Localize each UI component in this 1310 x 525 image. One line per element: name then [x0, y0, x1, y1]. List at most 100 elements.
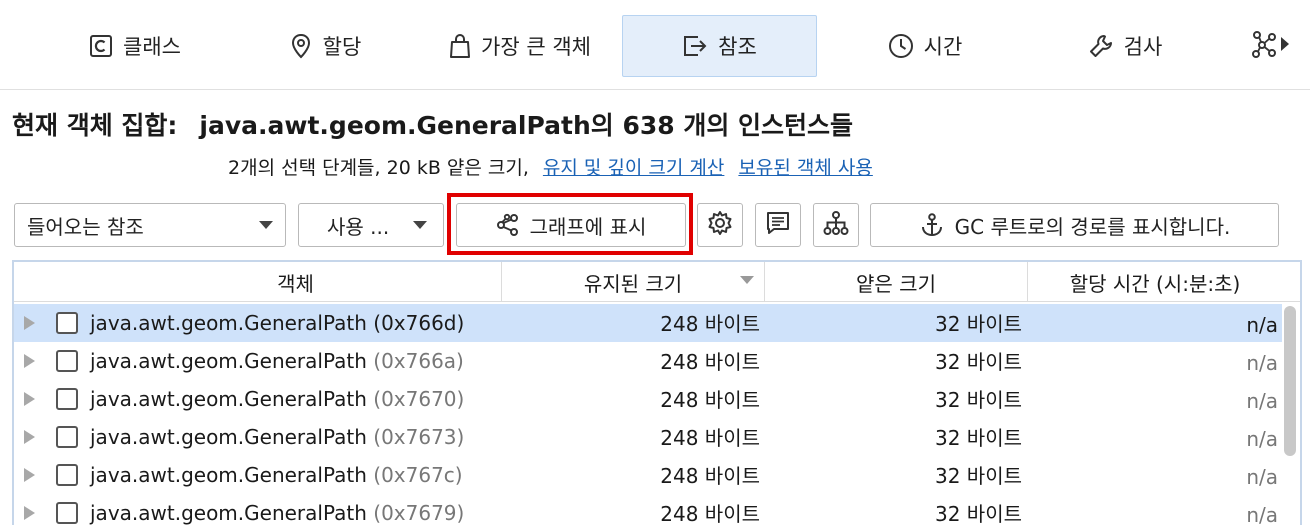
column-header-object[interactable]: 객체	[90, 262, 502, 302]
object-cell: java.awt.geom.GeneralPath (0x766d)	[90, 311, 464, 335]
object-cell: java.awt.geom.GeneralPath (0x767c)	[90, 463, 463, 487]
settings-button[interactable]	[697, 203, 743, 247]
selection-summary: 2개의 선택 단계들, 20 kB 얕은 크기, 유지 및 깊이 크기 계산 보유된…	[228, 153, 873, 180]
shallow-size-cell: 32 바이트	[934, 426, 1022, 450]
tab-label: 가장 큰 객체	[481, 35, 591, 59]
column-header-allocation-time[interactable]: 할당 시간 (시:분:초)	[1028, 262, 1282, 302]
chevron-down-icon	[413, 221, 427, 229]
object-cell: java.awt.geom.GeneralPath (0x7679)	[90, 501, 464, 525]
table-row[interactable]: java.awt.geom.GeneralPath (0x766d) 248 바이…	[14, 304, 1282, 342]
column-header-shallow-size[interactable]: 얕은 크기	[765, 262, 1028, 302]
allocation-time-cell: n/a	[1246, 351, 1278, 375]
show-path-to-gc-roots-label: GC 루트로의 경로를 표시합니다.	[954, 214, 1231, 239]
expand-triangle-icon[interactable]	[24, 392, 35, 406]
object-class-name: java.awt.geom.GeneralPath	[90, 311, 367, 335]
object-cell: java.awt.geom.GeneralPath (0x7673)	[90, 425, 464, 449]
current-object-set-title: 현재 객체 집합: java.awt.geom.GeneralPath의 638 …	[12, 106, 853, 142]
chevron-right-icon	[1280, 36, 1290, 56]
tab-biggest-objects[interactable]: 가장 큰 객체	[420, 15, 620, 77]
row-checkbox[interactable]	[56, 464, 78, 486]
hierarchy-button[interactable]	[813, 203, 859, 247]
column-header-retained-size[interactable]: 유지된 크기	[502, 262, 765, 302]
object-cell: java.awt.geom.GeneralPath (0x7670)	[90, 387, 464, 411]
comment-icon	[765, 210, 791, 241]
expand-triangle-icon[interactable]	[24, 468, 35, 482]
table-row[interactable]: java.awt.geom.GeneralPath (0x7673) 248 바이…	[14, 418, 1282, 456]
tab-label: 클래스	[123, 35, 181, 59]
table-row[interactable]: java.awt.geom.GeneralPath (0x766a) 248 바이…	[14, 342, 1282, 380]
table-header: 객체 유지된 크기 얕은 크기 할당 시간 (시:분:초)	[14, 262, 1300, 302]
object-class-name: java.awt.geom.GeneralPath	[90, 501, 367, 525]
retained-size-cell: 248 바이트	[660, 350, 760, 374]
shallow-size-cell: 32 바이트	[934, 502, 1022, 525]
row-checkbox[interactable]	[56, 388, 78, 410]
row-checkbox[interactable]	[56, 426, 78, 448]
use-dropdown-button[interactable]: 사용 ...	[298, 203, 444, 247]
allocation-time-cell: n/a	[1246, 427, 1278, 451]
show-path-to-gc-roots-button[interactable]: GC 루트로의 경로를 표시합니다.	[870, 203, 1279, 247]
retained-size-cell: 248 바이트	[660, 426, 760, 450]
shallow-size-cell: 32 바이트	[934, 312, 1022, 336]
calculate-retained-sizes-link[interactable]: 유지 및 깊이 크기 계산	[543, 157, 724, 179]
tab-allocations[interactable]: 할당	[230, 15, 420, 77]
graph-nodes-icon	[1252, 30, 1278, 62]
expand-triangle-icon[interactable]	[24, 506, 35, 520]
tab-inspections[interactable]: 검사	[1030, 15, 1220, 77]
expand-triangle-icon[interactable]	[24, 316, 35, 330]
table-row[interactable]: java.awt.geom.GeneralPath (0x7670) 248 바이…	[14, 380, 1282, 418]
object-address: (0x7679)	[373, 501, 465, 525]
vertical-scrollbar[interactable]	[1284, 306, 1296, 456]
use-retained-objects-link[interactable]: 보유된 객체 사용	[738, 157, 872, 179]
table-row[interactable]: java.awt.geom.GeneralPath (0x767c) 248 바이…	[14, 456, 1282, 494]
tab-label: 검사	[1123, 35, 1163, 59]
highlight-box	[447, 193, 693, 255]
view-tab-bar: 클래스 할당 가장 큰 객체 참조 시간 검사	[0, 0, 1310, 90]
expand-triangle-icon[interactable]	[24, 430, 35, 444]
chevron-down-icon	[259, 221, 273, 229]
anchor-icon	[919, 212, 945, 238]
location-pin-icon	[289, 33, 313, 59]
shopping-bag-icon	[449, 33, 471, 59]
expand-triangle-icon[interactable]	[24, 354, 35, 368]
tab-classes[interactable]: 클래스	[40, 15, 230, 77]
use-dropdown-label: 사용 ...	[327, 214, 390, 239]
object-class-name: java.awt.geom.GeneralPath	[90, 425, 367, 449]
retained-size-cell: 248 바이트	[660, 312, 760, 336]
object-class-name: java.awt.geom.GeneralPath	[90, 463, 367, 487]
title-label: 현재 객체 집합:	[12, 111, 178, 140]
shallow-size-cell: 32 바이트	[934, 388, 1022, 412]
row-checkbox[interactable]	[56, 502, 78, 524]
shallow-size-cell: 32 바이트	[934, 464, 1022, 488]
object-address: (0x766d)	[373, 311, 465, 335]
allocation-time-cell: n/a	[1246, 503, 1278, 525]
selection-summary-text: 2개의 선택 단계들, 20 kB 얕은 크기,	[228, 157, 529, 179]
object-address: (0x766a)	[373, 349, 464, 373]
gear-icon	[707, 210, 733, 241]
hierarchy-icon	[823, 210, 849, 241]
table-row[interactable]: java.awt.geom.GeneralPath (0x7679) 248 바이…	[14, 494, 1282, 525]
tab-label: 참조	[718, 35, 757, 59]
row-checkbox[interactable]	[56, 350, 78, 372]
object-cell: java.awt.geom.GeneralPath (0x766a)	[90, 349, 464, 373]
tab-label: 할당	[322, 35, 362, 59]
object-class-name: java.awt.geom.GeneralPath	[90, 387, 367, 411]
reference-type-select[interactable]: 들어오는 참조	[14, 203, 286, 247]
allocation-time-cell: n/a	[1246, 389, 1278, 413]
retained-size-cell: 248 바이트	[660, 388, 760, 412]
wrench-icon	[1088, 33, 1114, 59]
allocation-time-cell: n/a	[1246, 313, 1278, 337]
object-address: (0x7670)	[373, 387, 465, 411]
object-address: (0x767c)	[373, 463, 463, 487]
tab-time[interactable]: 시간	[830, 15, 1020, 77]
tab-overflow[interactable]	[1252, 30, 1290, 62]
shallow-size-cell: 32 바이트	[934, 350, 1022, 374]
retained-size-cell: 248 바이트	[660, 502, 760, 525]
object-table: 객체 유지된 크기 얕은 크기 할당 시간 (시:분:초) java.awt.g…	[12, 260, 1302, 525]
class-icon	[89, 34, 113, 58]
tab-references[interactable]: 참조	[622, 15, 817, 77]
comment-button[interactable]	[755, 203, 801, 247]
row-checkbox[interactable]	[56, 312, 78, 334]
title-value: java.awt.geom.GeneralPath의 638 개의 인스턴스들	[199, 111, 854, 140]
retained-size-cell: 248 바이트	[660, 464, 760, 488]
object-class-name: java.awt.geom.GeneralPath	[90, 349, 367, 373]
